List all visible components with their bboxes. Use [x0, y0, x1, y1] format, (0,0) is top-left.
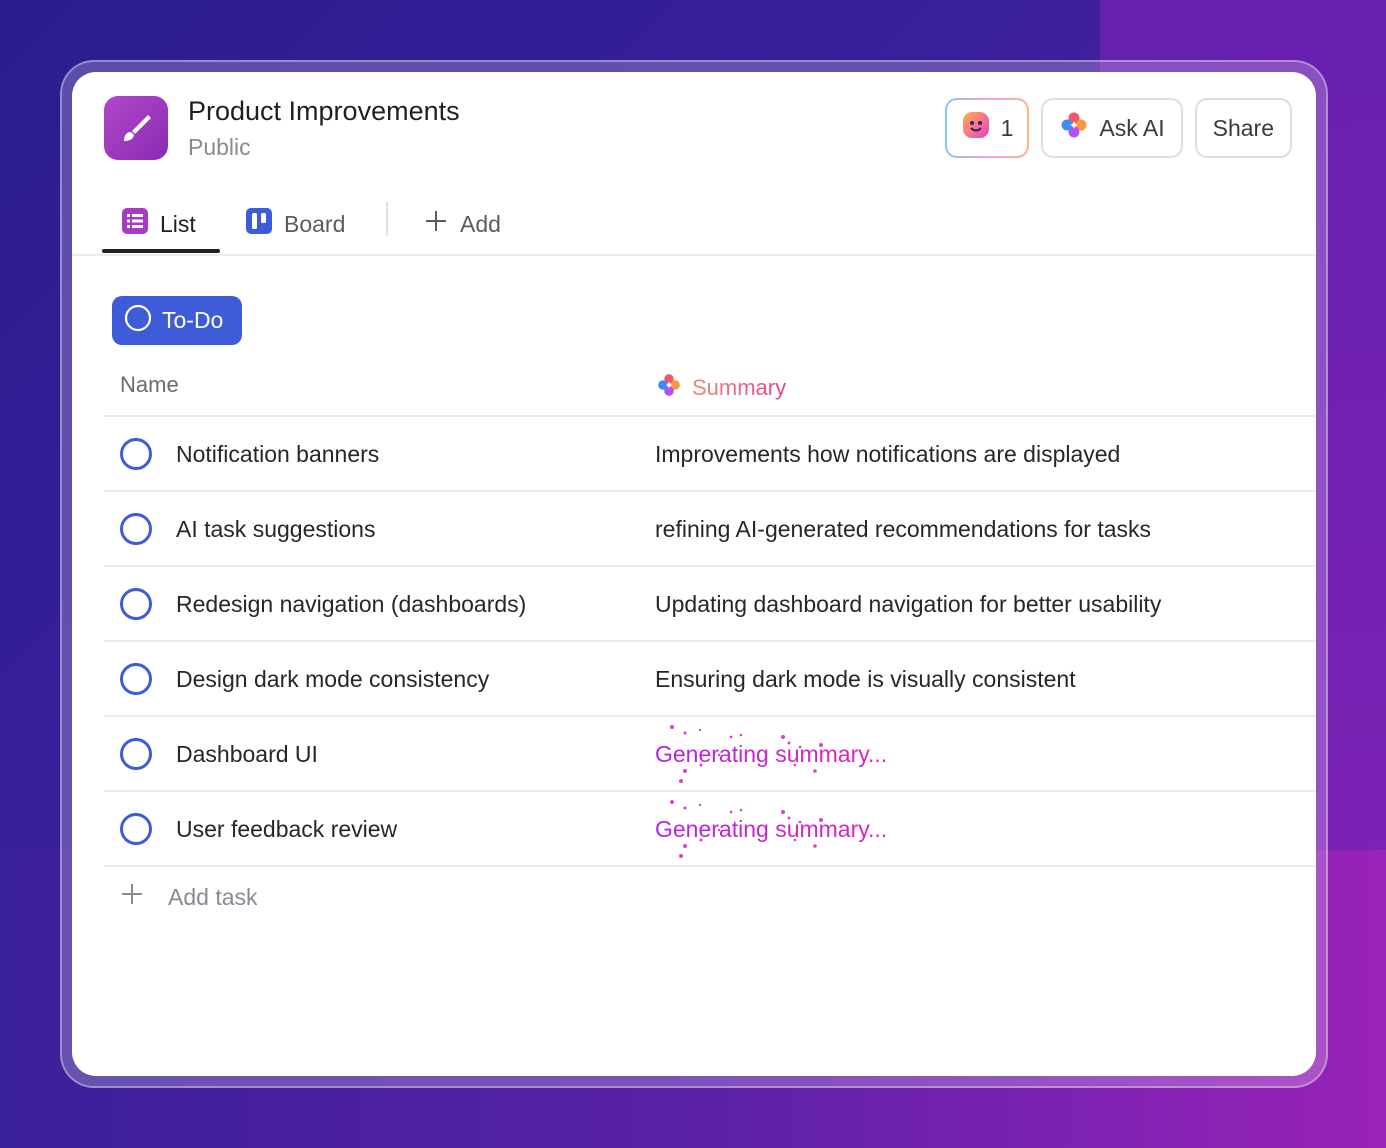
page-title: Product Improvements [188, 96, 460, 126]
tab-board-label: Board [284, 210, 346, 237]
task-status-checkbox[interactable] [120, 738, 152, 770]
tab-divider [386, 202, 388, 236]
task-status-checkbox[interactable] [120, 513, 152, 545]
ai-flower-icon [1059, 110, 1089, 146]
task-summary: Updating dashboard navigation for better… [655, 591, 1162, 617]
tab-board[interactable]: Board [246, 192, 345, 256]
task-status-checkbox[interactable] [120, 588, 152, 620]
tab-list[interactable]: List [122, 192, 196, 256]
add-task-label: Add task [168, 883, 258, 910]
tab-list-label: List [160, 210, 196, 237]
task-summary: refining AI-generated recommendations fo… [655, 516, 1152, 542]
ask-ai-button[interactable]: Ask AI [1041, 98, 1183, 158]
table-row[interactable]: Notification banners Improvements how no… [104, 417, 1316, 492]
task-name[interactable]: Notification banners [176, 441, 379, 468]
task-summary: Improvements how notifications are displ… [655, 441, 1121, 467]
table-row[interactable]: Design dark mode consistency Ensuring da… [104, 642, 1316, 717]
ai-agents-count: 1 [1000, 114, 1014, 141]
plus-icon [120, 882, 144, 912]
tabs-divider [72, 254, 1316, 256]
board-icon [246, 208, 272, 240]
task-summary: Ensuring dark mode is visually consisten… [655, 666, 1076, 692]
task-name[interactable]: Design dark mode consistency [176, 666, 489, 693]
status-label: To-Do [162, 307, 224, 333]
table-row[interactable]: Redesign navigation (dashboards) Updatin… [104, 567, 1316, 642]
add-task-button[interactable]: Add task [120, 882, 258, 912]
task-status-checkbox[interactable] [120, 438, 152, 470]
column-header-summary-label: Summary [692, 375, 787, 400]
table-row[interactable]: User feedback review Generating summary.… [104, 792, 1316, 867]
task-summary-generating: Generating summary... [655, 741, 888, 767]
task-list: Notification banners Improvements how no… [104, 417, 1316, 867]
smiley-icon [961, 110, 991, 146]
share-button[interactable]: Share [1194, 98, 1292, 158]
task-name[interactable]: Redesign navigation (dashboards) [176, 591, 526, 618]
ask-ai-label: Ask AI [1099, 114, 1165, 141]
header: Product Improvements Public 1 Ask AI Sha… [104, 96, 1292, 160]
list-icon [122, 208, 148, 240]
table-row[interactable]: AI task suggestions refining AI-generate… [104, 492, 1316, 567]
ai-agents-button[interactable]: 1 [945, 98, 1030, 158]
paintbrush-icon[interactable] [104, 96, 168, 160]
task-summary-generating: Generating summary... [655, 816, 888, 842]
list-view-card: Product Improvements Public 1 Ask AI Sha… [72, 72, 1316, 1076]
column-header-name[interactable]: Name [120, 372, 179, 398]
active-tab-indicator [102, 249, 220, 253]
ai-flower-icon [656, 372, 682, 404]
task-status-checkbox[interactable] [120, 663, 152, 695]
status-group-badge[interactable]: To-Do [112, 296, 242, 345]
visibility-label: Public [188, 134, 251, 160]
status-circle-icon [124, 304, 152, 338]
tab-add-label: Add [460, 210, 501, 237]
view-tabs: List Board Add [102, 192, 1302, 256]
task-name[interactable]: Dashboard UI [176, 741, 318, 768]
plus-icon [424, 209, 448, 239]
share-label: Share [1212, 114, 1274, 141]
task-name[interactable]: User feedback review [176, 816, 397, 843]
task-name[interactable]: AI task suggestions [176, 516, 375, 543]
table-row[interactable]: Dashboard UI Generating summary... [104, 717, 1316, 792]
column-header-name-label: Name [120, 372, 179, 397]
column-header-summary[interactable]: Summary [656, 372, 786, 404]
tab-add[interactable]: Add [424, 192, 501, 256]
task-status-checkbox[interactable] [120, 813, 152, 845]
